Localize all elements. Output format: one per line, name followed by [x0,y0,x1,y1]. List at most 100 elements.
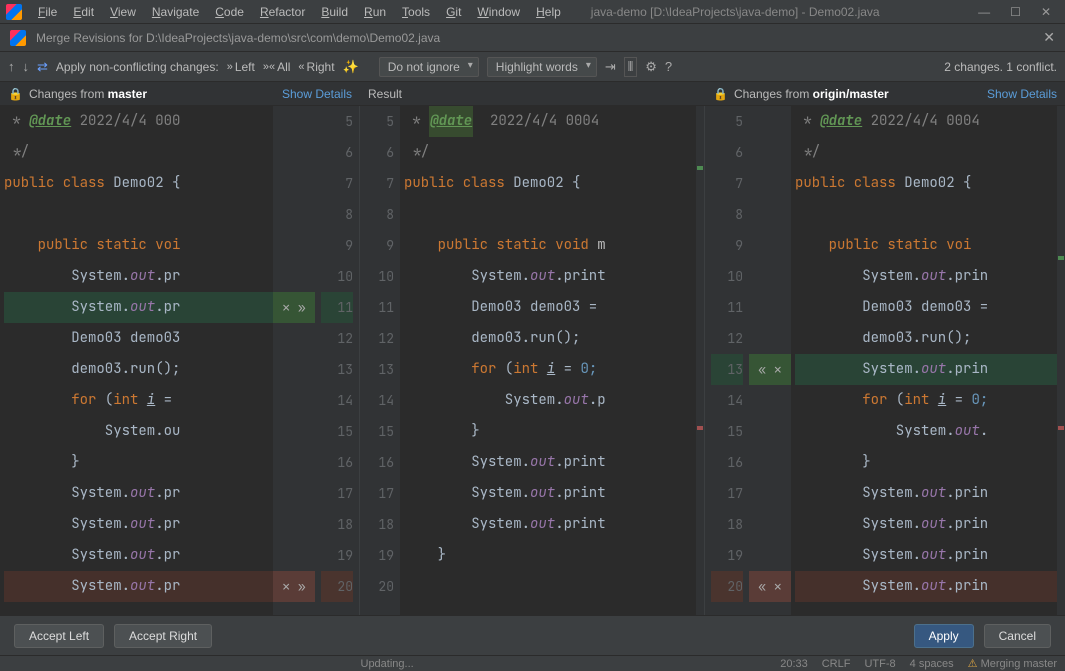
code-line[interactable]: Demo03 demo03 = [795,292,1065,323]
code-line[interactable]: System.out.prin [795,509,1065,540]
code-line[interactable]: public class Demo02 { [795,168,1065,199]
apply-button[interactable]: Apply [914,624,974,648]
code-line[interactable]: * @date 2022/4/4 000 [4,106,273,137]
code-line[interactable]: public class Demo02 { [4,168,273,199]
menu-git[interactable]: Git [438,3,469,21]
code-line[interactable]: */ [795,137,1065,168]
highlight-combo[interactable]: Highlight words [487,57,597,77]
next-change-icon[interactable]: ↓ [23,59,30,74]
code-line[interactable]: System.out.pr [4,509,273,540]
merge-action-icon[interactable]: « ✕ [758,361,781,378]
code-line[interactable] [404,199,704,230]
ignore-combo[interactable]: Do not ignore [379,57,479,77]
code-line[interactable]: demo03.run(); [404,323,704,354]
accept-right-button[interactable]: Accept Right [114,624,212,648]
show-details-left-link[interactable]: Show Details [282,87,352,101]
magic-resolve-icon[interactable]: ⇄ [37,59,48,75]
right-action-gutter[interactable]: « ✕ « ✕ [749,106,791,632]
code-line[interactable]: for (int i = [4,385,273,416]
code-line[interactable]: System.out.prin [795,540,1065,571]
code-line[interactable]: System.out.print [404,447,704,478]
code-line[interactable]: */ [404,137,704,168]
code-line[interactable]: System.out.print [404,478,704,509]
left-code[interactable]: * @date 2022/4/4 000 */public class Demo… [0,106,273,632]
code-line[interactable]: } [404,540,704,571]
code-line[interactable]: * @date 2022/4/4 0004 [795,106,1065,137]
menu-edit[interactable]: Edit [65,3,102,21]
maximize-icon[interactable]: ☐ [1010,5,1021,19]
code-line[interactable]: } [404,416,704,447]
status-merge[interactable]: ⚠ Merging master [968,657,1057,670]
code-line[interactable]: System.out.prin [795,571,1065,602]
menu-file[interactable]: File [30,3,65,21]
code-line[interactable]: System.out.pr [4,571,273,602]
menu-build[interactable]: Build [313,3,356,21]
code-line[interactable]: } [795,447,1065,478]
code-line[interactable]: System.out.pr [4,478,273,509]
code-line[interactable]: */ [4,137,273,168]
code-line[interactable]: for (int i = 0; [404,354,704,385]
menu-code[interactable]: Code [207,3,252,21]
menu-run[interactable]: Run [356,3,394,21]
menu-tools[interactable]: Tools [394,3,438,21]
status-indent[interactable]: 4 spaces [910,658,954,670]
menu-navigate[interactable]: Navigate [144,3,207,21]
code-line[interactable]: System.out.p [404,385,704,416]
code-line[interactable]: Demo03 demo03 = [404,292,704,323]
left-action-gutter[interactable]: ✕ » ✕ » [273,106,315,632]
close-icon[interactable]: ✕ [1041,5,1051,19]
code-line[interactable]: } [4,447,273,478]
code-line[interactable]: System.out.print [404,261,704,292]
menu-view[interactable]: View [102,3,144,21]
minimize-icon[interactable]: — [978,5,990,19]
apply-left-link[interactable]: »Left [227,60,255,74]
right-marker-strip[interactable] [1057,106,1065,632]
code-line[interactable]: System.out.pr [4,540,273,571]
code-line[interactable]: System.ou [4,416,273,447]
code-line[interactable]: demo03.run(); [795,323,1065,354]
code-line[interactable]: Demo03 demo03 [4,323,273,354]
merge-action-icon[interactable]: ✕ » [282,299,305,316]
status-crlf[interactable]: CRLF [822,658,851,670]
code-line[interactable]: public static voi [795,230,1065,261]
menu-window[interactable]: Window [469,3,528,21]
merge-action-icon[interactable]: ✕ » [282,578,305,595]
result-code[interactable]: * @date 2022/4/4 0004 */public class Dem… [400,106,704,632]
code-line[interactable]: System.out.pr [4,261,273,292]
cancel-button[interactable]: Cancel [984,624,1051,648]
right-pane: 567891011121314151617181920 « ✕« ✕ * @da… [705,106,1065,632]
help-icon[interactable]: ? [665,59,672,74]
prev-change-icon[interactable]: ↑ [8,59,15,74]
code-line[interactable]: System.out.print [404,509,704,540]
code-line[interactable]: public class Demo02 { [404,168,704,199]
show-details-right-link[interactable]: Show Details [987,87,1057,101]
code-line[interactable]: System.out.prin [795,261,1065,292]
menu-help[interactable]: Help [528,3,569,21]
code-line[interactable] [4,199,273,230]
code-line[interactable]: for (int i = 0; [795,385,1065,416]
dialog-close-icon[interactable]: ✕ [1043,29,1055,46]
sync-scroll-icon[interactable]: ⫴ [624,57,637,77]
settings-icon[interactable]: ⚙ [645,59,657,75]
code-line[interactable]: System.out. [795,416,1065,447]
code-line[interactable]: System.out.pr [4,292,273,323]
code-line[interactable]: demo03.run(); [4,354,273,385]
collapse-unchanged-icon[interactable]: ⇥ [605,59,616,75]
right-code[interactable]: * @date 2022/4/4 0004 */public class Dem… [791,106,1065,632]
apply-all-link[interactable]: »«All [263,60,291,74]
code-line[interactable]: public static void m [404,230,704,261]
code-line[interactable] [795,199,1065,230]
status-enc[interactable]: UTF-8 [864,658,895,670]
result-marker-strip[interactable] [696,106,704,632]
apply-right-link[interactable]: «Right [298,60,334,74]
code-line[interactable]: * @date 2022/4/4 0004 [404,106,704,137]
code-line[interactable]: System.out.prin [795,354,1065,385]
code-line[interactable] [404,571,704,602]
status-pos[interactable]: 20:33 [780,658,808,670]
code-line[interactable]: public static voi [4,230,273,261]
code-line[interactable]: System.out.prin [795,478,1065,509]
menu-refactor[interactable]: Refactor [252,3,313,21]
accept-left-button[interactable]: Accept Left [14,624,104,648]
magic-wand-icon[interactable]: ✨ [343,59,359,75]
merge-action-icon[interactable]: « ✕ [758,578,781,595]
